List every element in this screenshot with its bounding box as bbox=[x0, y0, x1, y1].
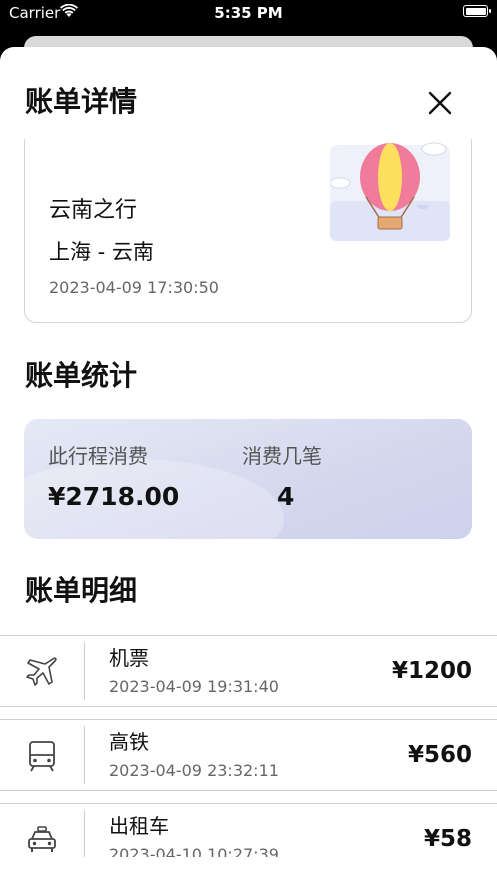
row-amount: ¥58 bbox=[423, 826, 472, 852]
bill-detail-sheet: 账单详情 云南之行 上海 - 云南 2023-04-09 17:30:50 账单… bbox=[0, 47, 497, 883]
row-amount: ¥1200 bbox=[391, 658, 472, 684]
stats-card: 此行程消费 ¥2718.00 消费几笔 4 bbox=[24, 419, 472, 539]
row-divider bbox=[84, 726, 85, 784]
trip-name: 云南之行 bbox=[49, 198, 138, 223]
count-value: 4 bbox=[277, 482, 295, 511]
details-section-title: 账单明细 bbox=[25, 574, 138, 607]
close-button[interactable] bbox=[422, 87, 458, 119]
train-icon bbox=[29, 741, 55, 772]
battery-icon bbox=[463, 5, 491, 17]
taxi-icon bbox=[28, 826, 56, 852]
close-icon bbox=[428, 91, 452, 115]
spend-label: 此行程消费 bbox=[48, 444, 148, 468]
bottom-mask bbox=[0, 857, 497, 883]
count-label: 消费几笔 bbox=[242, 444, 322, 468]
stats-section-title: 账单统计 bbox=[25, 359, 138, 392]
spend-value: ¥2718.00 bbox=[48, 482, 180, 511]
sheet-title: 账单详情 bbox=[25, 85, 138, 118]
status-bar: Carrier 5:35 PM bbox=[0, 0, 497, 28]
row-title: 高铁 bbox=[109, 730, 149, 754]
row-amount: ¥560 bbox=[407, 742, 472, 768]
trip-card[interactable]: 云南之行 上海 - 云南 2023-04-09 17:30:50 bbox=[24, 139, 472, 323]
row-time: 2023-04-09 23:32:11 bbox=[109, 761, 279, 780]
row-title: 机票 bbox=[109, 646, 149, 670]
airplane-icon bbox=[26, 657, 57, 686]
hot-air-balloon-illustration bbox=[330, 142, 450, 241]
detail-row-train[interactable]: 高铁 2023-04-09 23:32:11 ¥560 bbox=[0, 719, 497, 791]
trip-time: 2023-04-09 17:30:50 bbox=[49, 278, 219, 297]
detail-row-flight[interactable]: 机票 2023-04-09 19:31:40 ¥1200 bbox=[0, 635, 497, 707]
row-time: 2023-04-09 19:31:40 bbox=[109, 677, 279, 696]
status-time: 5:35 PM bbox=[214, 4, 283, 22]
row-title: 出租车 bbox=[109, 814, 169, 838]
row-divider bbox=[84, 642, 85, 700]
trip-route: 上海 - 云南 bbox=[49, 240, 154, 264]
